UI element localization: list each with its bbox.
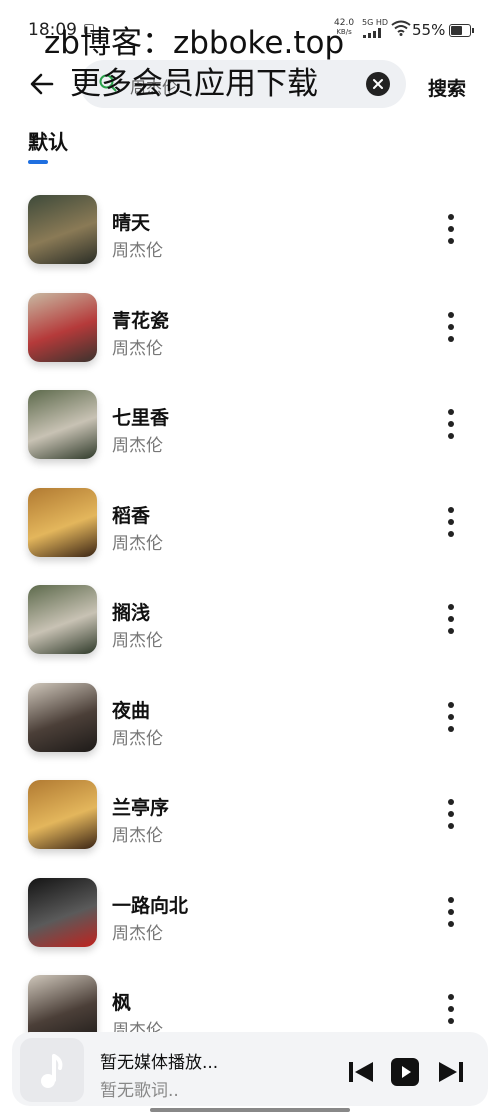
song-title: 晴天 [112,212,151,234]
album-cover [28,780,97,849]
more-options-icon[interactable] [440,992,462,1026]
song-title: 七里香 [112,407,170,429]
song-row[interactable]: 夜曲 周杰伦 [0,668,500,765]
battery-icon [449,24,474,37]
song-row[interactable]: 搁浅 周杰伦 [0,570,500,667]
song-artist: 周杰伦 [112,241,163,261]
song-row[interactable]: 七里香 周杰伦 [0,375,500,472]
music-note-icon [41,1054,63,1088]
song-title: 稻香 [112,504,151,527]
search-icon [99,74,117,92]
album-cover [28,682,97,752]
song-artist: 周杰伦 [112,533,163,554]
more-options-icon[interactable] [440,407,462,441]
back-arrow-icon[interactable] [28,70,56,98]
album-cover [28,195,97,264]
search-input[interactable]: 周杰伦 [80,60,406,108]
battery-percent: 55% [412,21,446,39]
net-speed-unit: KB/s [336,28,352,36]
song-row[interactable]: 青花瓷 周杰伦 [0,278,500,375]
status-time: 18:09 [28,20,77,40]
signal-label: 5G HD [362,18,389,27]
more-options-icon[interactable] [440,602,462,636]
search-query: 周杰伦 [130,78,179,97]
signal-icon [363,28,385,38]
song-title: 枫 [112,992,132,1014]
album-cover [28,487,97,557]
song-artist: 周杰伦 [112,923,163,944]
next-icon[interactable] [436,1058,466,1086]
play-icon[interactable] [390,1058,420,1086]
clear-search-button[interactable] [366,72,390,96]
song-artist: 周杰伦 [112,728,163,749]
more-options-icon[interactable] [440,212,462,246]
song-title: 一路向北 [112,894,189,917]
mini-player[interactable]: 暂无媒体播放... 暂无歌词.. [12,1032,488,1106]
song-artist: 周杰伦 [112,631,163,651]
net-speed-value: 42.0 [334,18,355,28]
more-options-icon[interactable] [440,505,462,539]
song-title: 青花瓷 [112,309,170,332]
home-indicator [150,1108,350,1112]
album-cover [28,390,97,459]
tab-default[interactable]: 默认 [28,126,68,155]
player-lyric: 暂无歌词.. [100,1081,179,1101]
song-title: 搁浅 [112,602,151,624]
song-artist: 周杰伦 [112,338,163,359]
song-artist: 周杰伦 [112,826,163,846]
song-artist: 周杰伦 [112,436,163,456]
status-bar: 18:09 42.0 KB/s 5G HD 55% [0,0,500,58]
song-row[interactable]: 稻香 周杰伦 [0,473,500,570]
close-icon [373,79,383,89]
album-cover [28,292,97,362]
album-cover [28,877,97,947]
song-title: 夜曲 [112,699,151,722]
more-options-icon[interactable] [440,310,462,344]
song-row[interactable]: 兰亭序 周杰伦 [0,765,500,862]
album-cover [28,585,97,654]
song-row[interactable]: 一路向北 周杰伦 [0,863,500,960]
more-options-icon[interactable] [440,700,462,734]
tab-indicator [28,160,48,164]
song-title: 兰亭序 [112,797,170,819]
player-artwork [20,1038,84,1102]
wifi-icon [391,20,411,36]
net-speed: 42.0 KB/s [334,19,354,37]
previous-icon[interactable] [346,1058,376,1086]
song-row[interactable]: 晴天 周杰伦 [0,180,500,277]
player-title: 暂无媒体播放... [100,1053,219,1073]
more-options-icon[interactable] [440,895,462,929]
more-options-icon[interactable] [440,797,462,831]
notification-icon [84,24,94,34]
search-button[interactable]: 搜索 [428,74,466,101]
